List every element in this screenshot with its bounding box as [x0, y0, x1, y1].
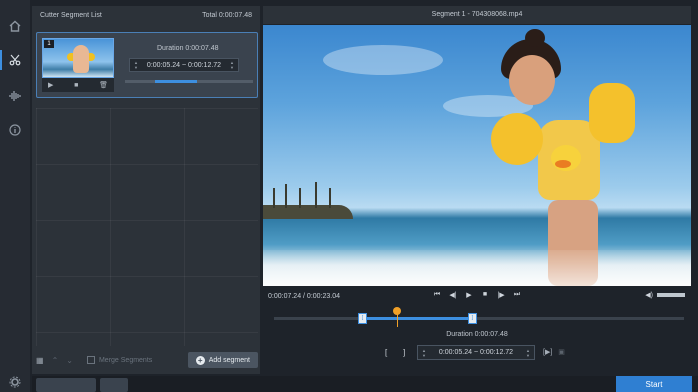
- preview-title: Segment 1 - 704308068.mp4: [263, 6, 691, 24]
- time-readout: 0:00:07.24 / 0:00:23.04: [268, 292, 341, 300]
- play-selection-icon[interactable]: [▶]: [543, 348, 552, 356]
- segment-list-footer: ▦ ⌃ ⌄ Merge Segments + Add segment: [36, 350, 258, 370]
- bottom-toolbar: [32, 376, 698, 392]
- thumbnail-child: [73, 45, 89, 73]
- selection-start-handle[interactable]: [: [358, 313, 367, 324]
- checkbox-icon: [86, 356, 95, 364]
- child-face: [509, 55, 555, 105]
- segment-list-grid: [36, 108, 258, 346]
- skip-back-icon[interactable]: ⏮: [429, 291, 445, 299]
- side-rail: [0, 0, 30, 392]
- info-icon[interactable]: [7, 122, 23, 138]
- segment-number: 1: [44, 40, 54, 48]
- app-window: Cutter Segment List Total 0:00:07.48 1 ▶…: [0, 0, 698, 392]
- start-button[interactable]: Start: [616, 376, 692, 392]
- palm-tree: [329, 188, 331, 208]
- range-end-stepper-icon[interactable]: ▲ ▼: [526, 348, 530, 358]
- segment-thumbnail[interactable]: 1: [42, 38, 114, 78]
- range-start-stepper-icon[interactable]: ▲ ▼: [134, 60, 138, 70]
- output-folder-button[interactable]: [100, 378, 128, 392]
- delete-icon[interactable]: 🗑: [99, 81, 108, 89]
- video-preview[interactable]: [263, 25, 691, 286]
- play-icon[interactable]: ▶: [48, 81, 53, 89]
- segment-duration: Duration 0:00:07.48: [157, 45, 219, 52]
- segment-view-icon[interactable]: ▦: [36, 356, 44, 365]
- move-up-icon[interactable]: ⌃: [52, 356, 59, 365]
- segment-controls: ▶ ■ 🗑: [42, 78, 114, 92]
- preview-range-tools: [▶] ▣: [543, 348, 571, 356]
- stop-icon[interactable]: ■: [74, 82, 78, 89]
- child-hair-bun: [525, 29, 545, 47]
- palm-tree: [273, 188, 275, 208]
- skip-forward-icon[interactable]: ⏭: [509, 291, 525, 299]
- frame-back-icon[interactable]: ◀|: [445, 291, 461, 299]
- add-segment-button[interactable]: + Add segment: [187, 352, 258, 368]
- preview-range-value: 0:00:05.24 ~ 0:00:12.72: [438, 349, 514, 356]
- home-icon[interactable]: [7, 18, 23, 34]
- volume-control[interactable]: ◀): [645, 291, 685, 299]
- volume-slider[interactable]: [657, 293, 685, 297]
- segment-list-total: Total 0:00:07.48: [202, 11, 252, 19]
- range-start-stepper-icon[interactable]: ▲ ▼: [422, 348, 426, 358]
- right-arm-float: [589, 83, 635, 143]
- island: [263, 205, 353, 219]
- playhead-handle[interactable]: [393, 307, 401, 315]
- timeline-track[interactable]: [ ]: [274, 307, 684, 327]
- preview-duration: Duration 0:00:07.48: [446, 331, 508, 338]
- audio-icon[interactable]: [7, 88, 23, 104]
- preview-range-row: [ ] ▲ ▼ 0:00:05.24 ~ 0:00:12.72 ▲ ▼ [▶] ▣: [263, 345, 691, 361]
- merge-segments-checkbox[interactable]: Merge Segments: [86, 356, 153, 364]
- segment-position-bar: [125, 80, 253, 83]
- segment-list-panel: Cutter Segment List Total 0:00:07.48 1 ▶…: [32, 6, 260, 374]
- segment-range-field[interactable]: ▲ ▼ 0:00:05.24 ~ 0:00:12.72 ▲ ▼: [129, 58, 239, 72]
- range-end-stepper-icon[interactable]: ▲ ▼: [230, 60, 234, 70]
- segment-item[interactable]: 1 ▶ ■ 🗑 Duration 0:00:07.48 ▲ ▼ 0:00:05.2…: [36, 32, 258, 98]
- segment-list: 1 ▶ ■ 🗑 Duration 0:00:07.48 ▲ ▼ 0:00:05.2…: [36, 28, 258, 346]
- palm-tree: [285, 184, 287, 208]
- set-end-marker-icon[interactable]: ]: [403, 348, 405, 357]
- plus-icon: +: [195, 355, 205, 365]
- timeline-selection: [362, 317, 472, 320]
- merge-segments-label: Merge Segments: [98, 356, 153, 364]
- play-icon[interactable]: ▶: [461, 291, 477, 299]
- segment-position-fill: [155, 80, 197, 83]
- stop-icon[interactable]: ■: [477, 291, 493, 299]
- duck-beak: [555, 160, 571, 168]
- speaker-icon[interactable]: ◀): [645, 291, 653, 299]
- snapshot-icon[interactable]: ▣: [558, 348, 565, 356]
- playback-controls: ⏮ ◀| ▶ ■ |▶ ⏭: [429, 291, 525, 299]
- water-splash: [263, 250, 691, 286]
- cloud: [323, 45, 443, 75]
- settings-icon[interactable]: [7, 374, 23, 390]
- segment-range-value: 0:00:05.24 ~ 0:00:12.72: [146, 61, 222, 69]
- set-start-marker-icon[interactable]: [: [385, 348, 387, 357]
- preview-range-field[interactable]: ▲ ▼ 0:00:05.24 ~ 0:00:12.72 ▲ ▼: [417, 345, 535, 360]
- add-segment-label: Add segment: [208, 356, 250, 364]
- left-arm-float: [491, 113, 543, 165]
- output-settings-button[interactable]: [36, 378, 96, 392]
- palm-tree: [299, 188, 301, 208]
- selection-end-handle[interactable]: ]: [468, 313, 477, 324]
- segment-list-header: Cutter Segment List Total 0:00:07.48: [32, 6, 260, 24]
- segment-list-title: Cutter Segment List: [40, 11, 102, 19]
- frame-forward-icon[interactable]: |▶: [493, 291, 509, 299]
- playhead-line: [397, 313, 398, 327]
- move-down-icon[interactable]: ⌄: [66, 356, 73, 365]
- cut-icon[interactable]: [0, 50, 23, 70]
- playback-bar: 0:00:07.24 / 0:00:23.04 ⏮ ◀| ▶ ■ |▶ ⏭ ◀): [263, 288, 691, 304]
- palm-tree: [315, 182, 317, 208]
